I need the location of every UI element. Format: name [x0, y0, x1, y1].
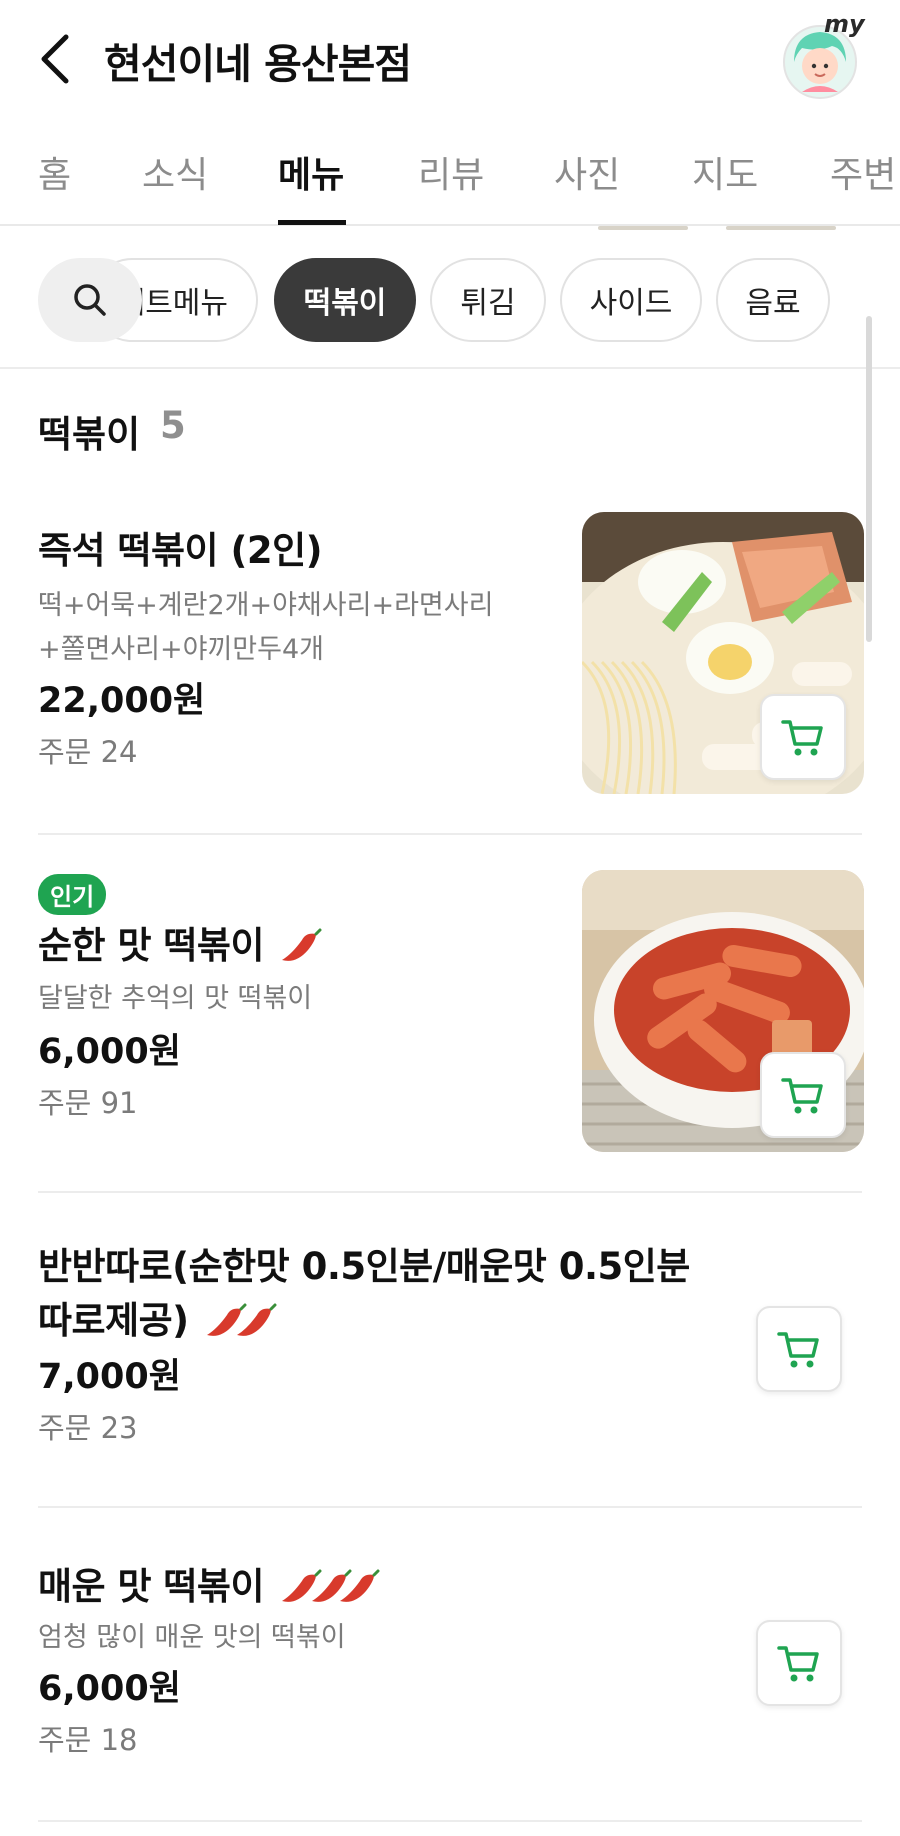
tab-menu[interactable]: 메뉴 [278, 146, 344, 198]
add-to-cart-button[interactable] [760, 1052, 846, 1138]
cart-icon [777, 1332, 819, 1368]
app-header: 현선이네 용산본점 my [0, 0, 900, 118]
item-divider [38, 1191, 862, 1193]
add-to-cart-button[interactable] [756, 1306, 842, 1392]
page-title: 현선이네 용산본점 [104, 40, 412, 88]
avatar-label: my [824, 10, 865, 38]
tab-bar: 홈 소식 메뉴 리뷰 사진 지도 주변 [0, 130, 900, 226]
scrollbar[interactable] [866, 316, 872, 642]
item-name-row: 따로제공) [38, 1294, 862, 1348]
active-tab-indicator [278, 220, 346, 225]
item-photo[interactable] [582, 512, 864, 794]
category-chip-bar: 세트메뉴 떡볶이 튀김 사이드 음료 [0, 248, 900, 354]
item-description: 엄청 많이 매운 맛의 떡볶이 [38, 1622, 346, 1653]
section-count: 5 [160, 404, 186, 447]
tab-home[interactable]: 홈 [38, 146, 71, 198]
item-photo[interactable] [582, 870, 864, 1152]
item-name: 순한 맛 떡볶이 [38, 924, 265, 967]
menu-search-button[interactable] [38, 258, 142, 342]
item-price: 6,000원 [38, 1669, 181, 1709]
chili-pepper-icon [282, 928, 322, 961]
chevron-left-icon [41, 34, 69, 84]
item-name-continued: 따로제공) [38, 1299, 189, 1342]
search-icon [74, 284, 106, 316]
tab-reviews[interactable]: 리뷰 [418, 146, 484, 198]
tab-nearby[interactable]: 주변 [830, 146, 896, 198]
popular-badge: 인기 [38, 874, 107, 915]
chips-divider [0, 367, 900, 369]
tab-news[interactable]: 소식 [142, 146, 208, 198]
cart-icon [777, 1646, 819, 1682]
chip-fried[interactable]: 튀김 [430, 258, 546, 342]
menu-item[interactable]: 매운 맛 떡볶이 엄청 많이 매운 맛의 떡볶이 6,000원 주문 18 [38, 1560, 862, 1764]
item-order-count: 주문 23 [38, 1411, 138, 1445]
my-profile-button[interactable]: my [780, 10, 865, 100]
tab-photos[interactable]: 사진 [554, 146, 620, 198]
menu-item[interactable]: 반반따로(순한맛 0.5인분/매운맛 0.5인분 따로제공) 7,000원 주문… [38, 1240, 862, 1452]
chili-pepper-icon [206, 1303, 277, 1336]
tab-map[interactable]: 지도 [692, 146, 758, 198]
chili-pepper-icon [282, 1569, 380, 1602]
add-to-cart-button[interactable] [760, 694, 846, 780]
item-name: 매운 맛 떡볶이 [38, 1565, 265, 1608]
cart-icon [781, 720, 823, 756]
add-to-cart-button[interactable] [756, 1620, 842, 1706]
item-divider [38, 833, 862, 835]
chip-tteokbokki[interactable]: 떡볶이 [274, 258, 416, 342]
back-button[interactable] [30, 26, 80, 92]
section-title: 떡볶이 [38, 413, 141, 456]
item-name: 반반따로(순한맛 0.5인분/매운맛 0.5인분 [38, 1245, 690, 1288]
cart-icon [781, 1078, 823, 1114]
chip-drinks[interactable]: 음료 [716, 258, 830, 342]
item-divider [38, 1506, 862, 1508]
chip-side[interactable]: 사이드 [560, 258, 702, 342]
item-divider [38, 1820, 862, 1822]
item-price: 7,000원 [38, 1357, 181, 1397]
previous-section-peek [0, 226, 900, 232]
item-order-count: 주문 18 [38, 1723, 138, 1757]
item-name-row: 매운 맛 떡볶이 [38, 1560, 862, 1614]
